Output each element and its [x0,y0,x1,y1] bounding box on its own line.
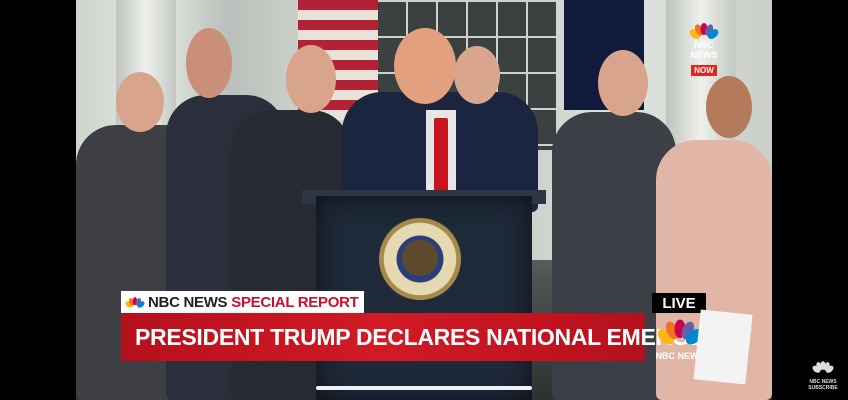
live-badge: LIVE [652,293,706,313]
paper-sheet [693,309,753,385]
banner-brand: NBC NEWS [148,293,228,311]
tie [434,118,448,198]
logo-brand-text: NBC NEWS [690,40,718,60]
watermark-subscribe: SUBSCRIBE [808,385,838,391]
now-badge: NOW [691,65,717,76]
home-indicator[interactable] [316,386,532,390]
person-head [706,76,752,138]
special-report-banner: NBC NEWS SPECIAL REPORT [121,291,365,313]
headline-chyron: PRESIDENT TRUMP DECLARES NATIONAL EMERGE… [121,313,752,361]
person-head [186,28,232,98]
nbc-news-now-logo: NBC NEWS NOW [680,22,728,78]
person-head [394,28,456,104]
peacock-icon [689,23,719,39]
person-head [116,72,164,132]
peacock-icon [812,361,834,373]
person-head [286,45,336,113]
seal-eagle [402,240,438,276]
special-report-label: SPECIAL REPORT [231,293,359,311]
person-head [454,46,500,104]
person-head [598,50,648,116]
nbc-subscribe-watermark[interactable]: NBC NEWS SUBSCRIBE [806,360,840,391]
peacock-icon [125,296,145,308]
